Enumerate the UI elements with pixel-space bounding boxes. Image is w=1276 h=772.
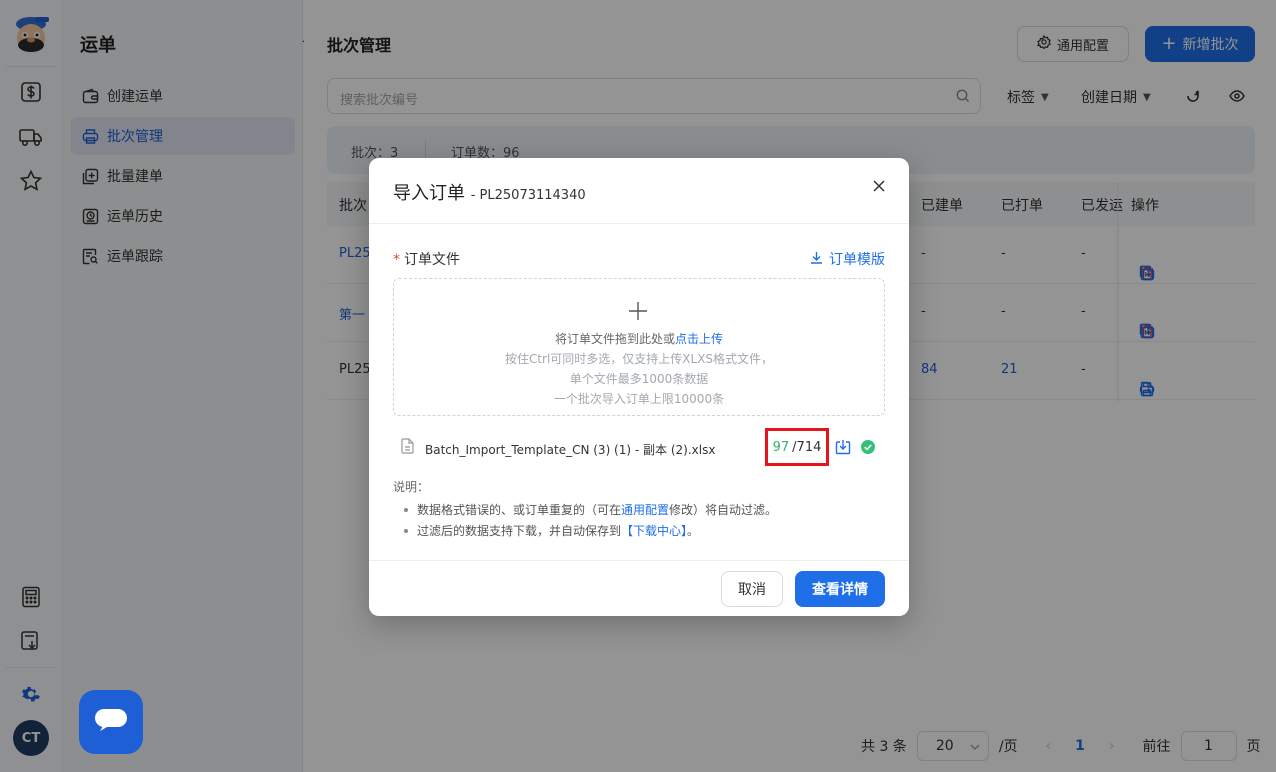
view-details-button[interactable]: 查看详情 [795, 571, 885, 607]
order-template-label: 订单模版 [829, 252, 885, 268]
plus-icon [628, 301, 648, 325]
dialog-header: 导入订单 - PL25073114340 [369, 158, 909, 224]
required-asterisk: * [393, 252, 400, 268]
total-count: /714 [792, 439, 822, 455]
drop-instruction: 将订单文件拖到此处或点击上传 [394, 330, 884, 347]
note-text: 过滤后的数据支持下载，并自动保存到 [417, 524, 622, 538]
note-text: 。 [687, 524, 700, 538]
close-icon[interactable] [869, 176, 889, 196]
order-template-link[interactable]: 订单模版 [810, 249, 885, 269]
drop-hint: 单个文件最多1000条数据 [569, 372, 709, 386]
notes-list: 数据格式错误的、或订单重复的（可在通用配置修改）将自动过滤。 过滤后的数据支持下… [393, 501, 885, 539]
drop-text: 将订单文件拖到此处或 [554, 332, 675, 346]
valid-count: 97 [772, 439, 790, 455]
dialog-title: 导入订单 - PL25073114340 [393, 179, 586, 205]
download-center-link[interactable]: 【下载中心】 [621, 524, 687, 538]
success-check-icon [861, 440, 875, 458]
instructions: 说明： 数据格式错误的、或订单重复的（可在通用配置修改）将自动过滤。 过滤后的数… [393, 478, 885, 543]
drop-hint: 一个批次导入订单上限10000条 [553, 392, 725, 406]
import-orders-dialog: 导入订单 - PL25073114340 * 订单文件 订单模版 将订单文件拖到此… [369, 158, 909, 616]
chat-icon [94, 708, 128, 736]
click-upload-link[interactable]: 点击上传 [675, 332, 723, 346]
order-file-label-text: 订单文件 [404, 252, 460, 268]
dialog-batch-id: - PL25073114340 [470, 188, 586, 203]
download-filtered-icon[interactable] [835, 439, 851, 459]
note-text: 修改）将自动过滤。 [669, 503, 778, 517]
cancel-button[interactable]: 取消 [721, 571, 783, 607]
drop-hint: 按住Ctrl可同时多选，仅支持上传XLXS格式文件， [504, 352, 774, 366]
file-dropzone[interactable]: 将订单文件拖到此处或点击上传 按住Ctrl可同时多选，仅支持上传XLXS格式文件… [393, 278, 885, 416]
order-file-label: * 订单文件 [393, 249, 460, 269]
general-config-link[interactable]: 通用配置 [621, 503, 669, 517]
note-text: 数据格式错误的、或订单重复的（可在 [417, 503, 622, 517]
chat-widget-button[interactable] [79, 690, 143, 754]
import-count-highlight: 97/714 [765, 428, 829, 466]
dialog-footer: 取消 查看详情 [369, 560, 909, 616]
notes-title: 说明： [393, 480, 430, 494]
list-item: 数据格式错误的、或订单重复的（可在通用配置修改）将自动过滤。 [393, 501, 885, 518]
file-icon [401, 438, 414, 458]
uploaded-file-row: Batch_Import_Template_CN (3) (1) - 副本 (2… [399, 428, 885, 466]
file-name: Batch_Import_Template_CN (3) (1) - 副本 (2… [425, 443, 716, 457]
list-item: 过滤后的数据支持下载，并自动保存到【下载中心】。 [393, 522, 885, 539]
download-icon [810, 251, 823, 268]
dialog-title-text: 导入订单 [393, 183, 465, 204]
